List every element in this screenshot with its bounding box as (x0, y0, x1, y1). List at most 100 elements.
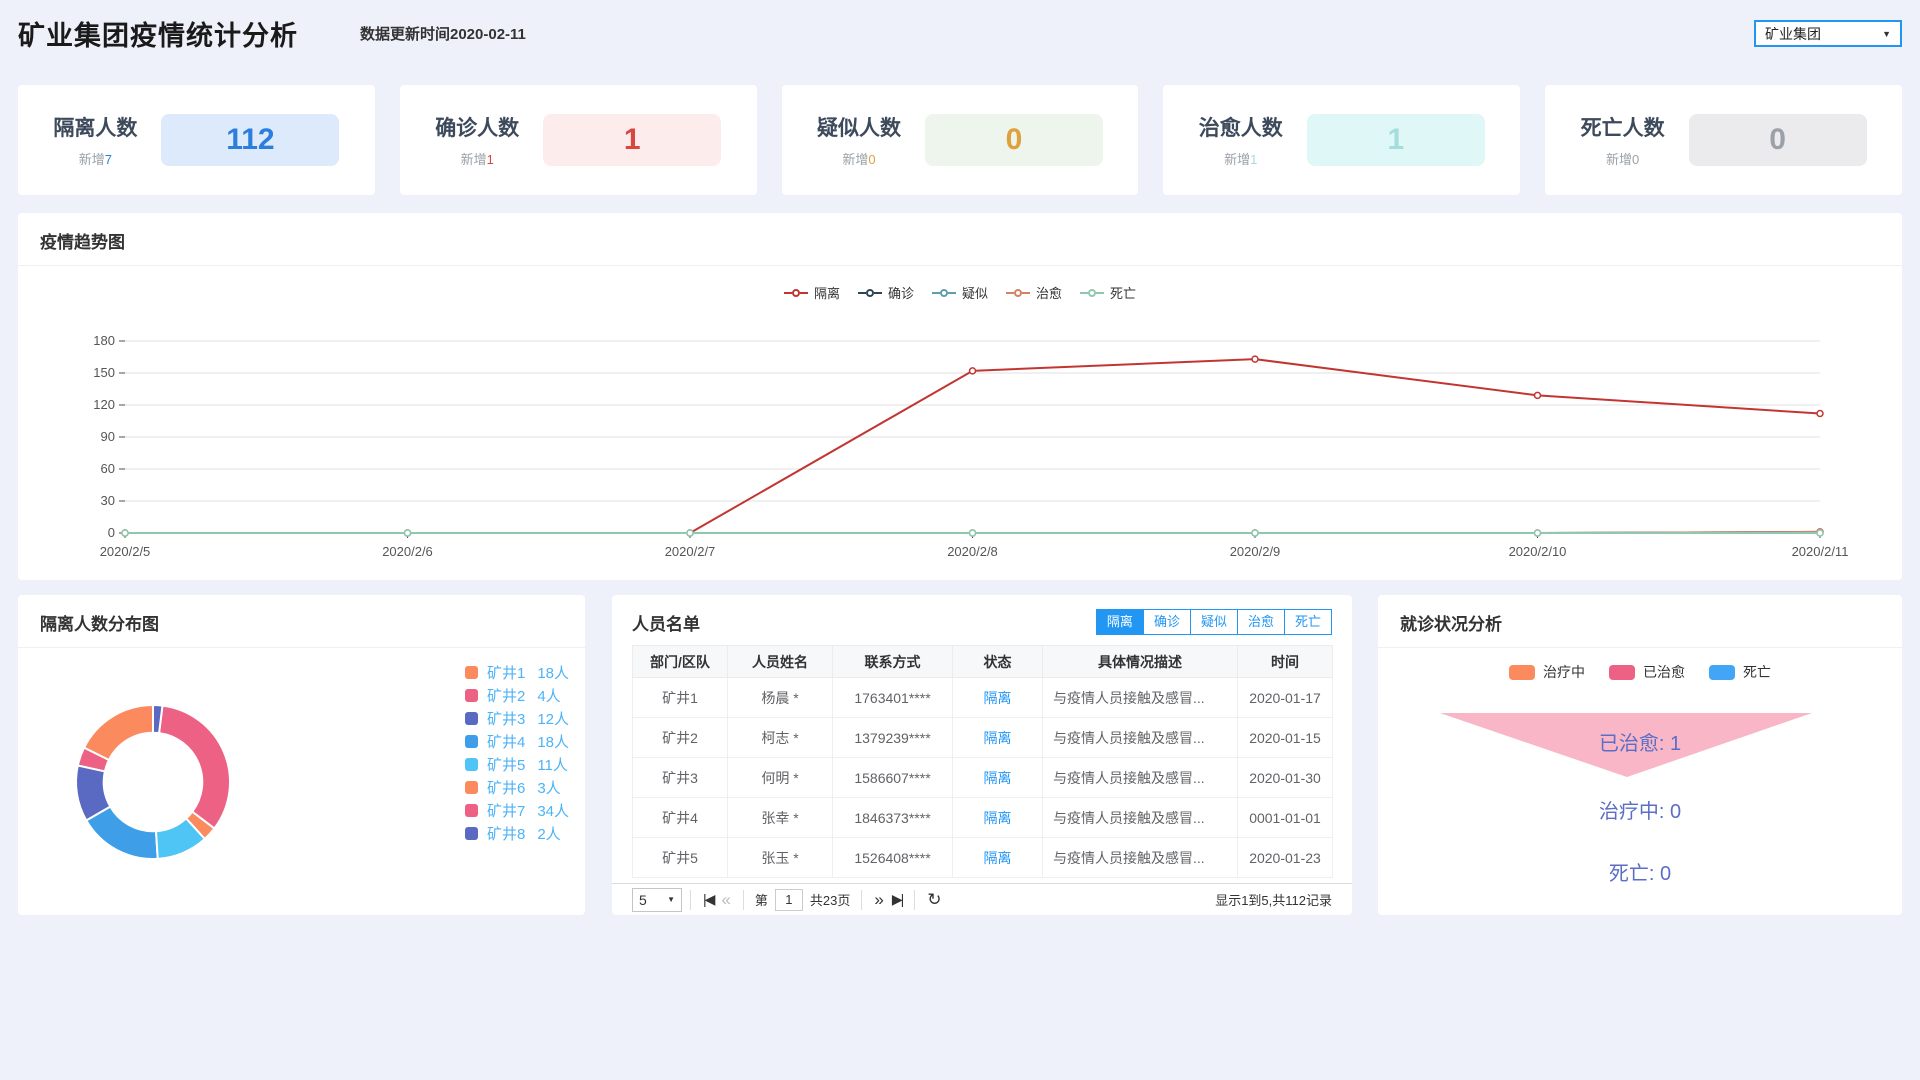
trend-panel-head: 疫情趋势图 (18, 213, 1902, 266)
legend-swatch-icon (1509, 665, 1535, 680)
donut-legend-item[interactable]: 矿井24人 (465, 684, 569, 707)
stat-new: 新增0 (817, 149, 901, 168)
legend-swatch-icon (465, 735, 478, 748)
legend-swatch-icon (1709, 665, 1735, 680)
donut-chart (28, 651, 298, 915)
line-marker-icon (932, 289, 956, 297)
status-badge: 隔离 (953, 678, 1043, 718)
donut-slice[interactable] (159, 706, 230, 829)
svg-text:120: 120 (93, 397, 115, 412)
svg-text:90: 90 (101, 429, 115, 444)
org-select[interactable]: 矿业集团 ▼ (1754, 20, 1902, 47)
refresh-icon[interactable]: ↻ (923, 890, 945, 910)
donut-legend-item[interactable]: 矿井118人 (465, 661, 569, 684)
analysis-panel-head: 就诊状况分析 (1378, 595, 1902, 648)
funnel-legend-item[interactable]: 死亡 (1709, 662, 1771, 682)
trend-legend-item[interactable]: 确诊 (858, 283, 914, 302)
chevron-down-icon: ▼ (667, 895, 675, 904)
roster-tabs: 隔离 确诊 疑似 治愈 死亡 (1097, 609, 1332, 635)
record-info: 显示1到5,共112记录 (1215, 890, 1332, 909)
svg-text:150: 150 (93, 365, 115, 380)
page-number-input[interactable] (775, 889, 803, 911)
stat-label: 确诊人数 (435, 112, 519, 142)
stat-value: 0 (1689, 114, 1867, 166)
status-badge: 隔离 (953, 758, 1043, 798)
col-header-description: 具体情况描述 (1043, 646, 1238, 678)
trend-line-chart: 03060901201501802020/2/52020/2/62020/2/7… (18, 301, 1902, 573)
col-header-department: 部门/区队 (633, 646, 728, 678)
prev-page-button[interactable]: « (717, 890, 734, 910)
status-badge: 隔离 (953, 838, 1043, 878)
stats-row: 隔离人数 新增7 112 确诊人数 新增1 1 疑似人数 新增0 0 治愈人数 … (18, 85, 1902, 195)
table-row: 矿井3何明 *1586607****隔离与疫情人员接触及感冒...2020-01… (633, 758, 1333, 798)
svg-text:180: 180 (93, 333, 115, 348)
divider (861, 890, 862, 910)
funnel-legend-item[interactable]: 已治愈 (1609, 662, 1685, 682)
table-row: 矿井4张幸 *1846373****隔离与疫情人员接触及感冒...0001-01… (633, 798, 1333, 838)
line-marker-icon (1080, 289, 1104, 297)
line-marker-icon (858, 289, 882, 297)
col-header-status: 状态 (953, 646, 1043, 678)
donut-legend-item[interactable]: 矿井63人 (465, 776, 569, 799)
funnel-stage-treating: 治疗中: 0 (1378, 795, 1902, 824)
analysis-panel: 就诊状况分析 治疗中 已治愈 死亡 已治愈: 1 治疗中: 0 死亡: 0 (1378, 595, 1902, 915)
page-prefix: 第 (755, 890, 768, 909)
pagination-bar: 5 ▼ |◀ « 第 共23页 » ▶| ↻ 显示1到5,共112记录 (612, 883, 1352, 915)
roster-panel-title: 人员名单 (632, 610, 700, 635)
stat-new: 新增0 (1581, 149, 1665, 168)
trend-legend-item[interactable]: 治愈 (1006, 283, 1062, 302)
trend-legend-item[interactable]: 隔离 (784, 283, 840, 302)
table-header-row: 部门/区队 人员姓名 联系方式 状态 具体情况描述 时间 (633, 646, 1333, 678)
line-marker-icon (784, 289, 808, 297)
first-page-button[interactable]: |◀ (699, 891, 717, 908)
svg-text:2020/2/11: 2020/2/11 (1792, 544, 1849, 559)
distribution-panel: 隔离人数分布图 矿井118人 矿井24人 矿井312人 矿井418人 矿井511… (18, 595, 585, 915)
stat-value: 0 (925, 114, 1103, 166)
stat-label: 死亡人数 (1581, 112, 1665, 142)
legend-swatch-icon (465, 689, 478, 702)
svg-text:0: 0 (108, 525, 115, 540)
donut-legend-item[interactable]: 矿井82人 (465, 822, 569, 845)
legend-swatch-icon (465, 827, 478, 840)
line-marker-icon (1006, 289, 1030, 297)
next-page-button[interactable]: » (870, 890, 887, 910)
analysis-panel-title: 就诊状况分析 (1400, 615, 1502, 634)
tab-suspected[interactable]: 疑似 (1190, 609, 1238, 635)
total-pages: 共23页 (810, 890, 850, 909)
status-badge: 隔离 (953, 718, 1043, 758)
status-badge: 隔离 (953, 798, 1043, 838)
table-row: 矿井1杨晨 *1763401****隔离与疫情人员接触及感冒...2020-01… (633, 678, 1333, 718)
stat-value: 112 (161, 114, 339, 166)
donut-legend-item[interactable]: 矿井418人 (465, 730, 569, 753)
donut-legend-item[interactable]: 矿井312人 (465, 707, 569, 730)
svg-text:2020/2/5: 2020/2/5 (100, 544, 151, 559)
tab-quarantine[interactable]: 隔离 (1096, 609, 1144, 635)
donut-legend-item[interactable]: 矿井511人 (465, 753, 569, 776)
stat-value: 1 (1307, 114, 1485, 166)
funnel-legend-item[interactable]: 治疗中 (1509, 662, 1585, 682)
stat-label: 疑似人数 (817, 112, 901, 142)
donut-legend-item[interactable]: 矿井734人 (465, 799, 569, 822)
trend-legend-item[interactable]: 疑似 (932, 283, 988, 302)
page-size-select[interactable]: 5 ▼ (632, 888, 682, 912)
divider (690, 890, 691, 910)
tab-cured[interactable]: 治愈 (1237, 609, 1285, 635)
stat-card-death: 死亡人数 新增0 0 (1545, 85, 1902, 195)
funnel-legend: 治疗中 已治愈 死亡 (1378, 662, 1902, 682)
donut-slice[interactable] (86, 807, 157, 859)
svg-text:30: 30 (101, 493, 115, 508)
stat-new: 新增7 (53, 149, 137, 168)
trend-legend-item[interactable]: 死亡 (1080, 283, 1136, 302)
tab-confirmed[interactable]: 确诊 (1143, 609, 1191, 635)
table-row: 矿井5张玉 *1526408****隔离与疫情人员接触及感冒...2020-01… (633, 838, 1333, 878)
legend-swatch-icon (465, 666, 478, 679)
last-page-button[interactable]: ▶| (888, 891, 906, 908)
legend-swatch-icon (465, 781, 478, 794)
tab-death[interactable]: 死亡 (1284, 609, 1332, 635)
dashboard: 矿业集团疫情统计分析 数据更新时间2020-02-11 矿业集团 ▼ 隔离人数 … (0, 0, 1920, 1080)
divider (914, 890, 915, 910)
stat-card-cured: 治愈人数 新增1 1 (1163, 85, 1520, 195)
col-header-contact: 联系方式 (833, 646, 953, 678)
stat-card-suspected: 疑似人数 新增0 0 (782, 85, 1139, 195)
svg-text:2020/2/9: 2020/2/9 (1230, 544, 1281, 559)
